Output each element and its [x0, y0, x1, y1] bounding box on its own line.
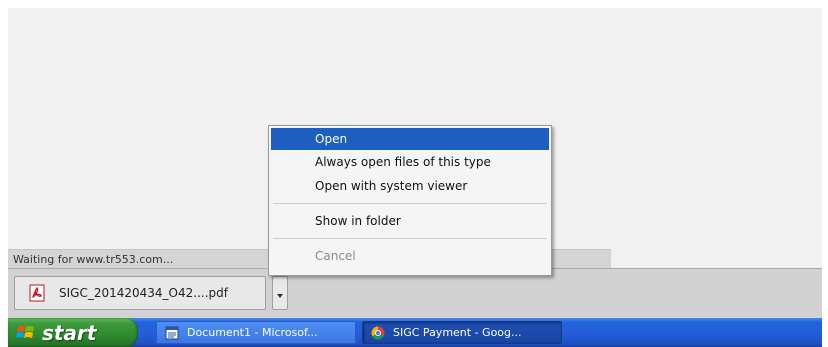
menu-item-always-open[interactable]: Always open files of this type: [269, 150, 551, 174]
download-file-name: SIGC_201420434_O42....pdf: [59, 286, 228, 300]
start-label: start: [42, 320, 97, 345]
taskbar-item-label: Document1 - Microsof...: [187, 326, 318, 339]
download-item-dropdown-button[interactable]: [272, 276, 288, 310]
menu-separator: [273, 203, 547, 204]
pdf-file-icon: [29, 284, 45, 302]
status-text: Waiting for www.tr553.com...: [13, 253, 174, 266]
chrome-icon: [371, 326, 385, 340]
taskbar: start Document1 - Microsof... SIGC Payme: [8, 318, 822, 347]
menu-item-open[interactable]: Open: [271, 128, 549, 150]
start-button[interactable]: start: [8, 318, 138, 347]
menu-separator: [273, 238, 547, 239]
windows-logo-icon: [16, 324, 36, 342]
menu-item-open-system-viewer[interactable]: Open with system viewer: [269, 174, 551, 198]
taskbar-item-document1[interactable]: Document1 - Microsof...: [156, 321, 356, 344]
menu-item-cancel[interactable]: Cancel: [269, 244, 551, 268]
menu-item-show-in-folder[interactable]: Show in folder: [269, 209, 551, 233]
taskbar-item-label: SIGC Payment - Goog...: [393, 326, 522, 339]
download-context-menu: Open Always open files of this type Open…: [268, 125, 552, 276]
download-item[interactable]: SIGC_201420434_O42....pdf: [14, 276, 266, 310]
taskbar-item-sigc-payment[interactable]: SIGC Payment - Goog...: [362, 321, 562, 344]
chevron-down-icon: [276, 284, 284, 303]
word-document-icon: [165, 326, 179, 340]
